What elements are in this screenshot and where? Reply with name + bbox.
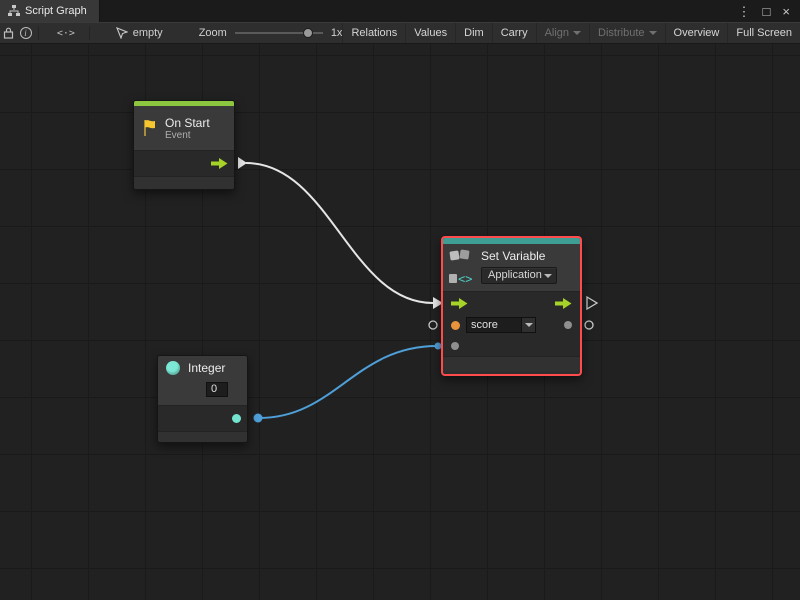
on-start-footer bbox=[134, 177, 234, 190]
set-variable-ports bbox=[443, 292, 580, 357]
integer-value-input[interactable] bbox=[206, 382, 228, 397]
set-variable-footer bbox=[443, 357, 580, 371]
flow-connection-wire[interactable] bbox=[246, 163, 433, 303]
overview-button[interactable]: Overview bbox=[665, 23, 728, 43]
svg-text:<>: <> bbox=[458, 272, 472, 286]
on-start-port-row bbox=[134, 151, 234, 177]
node-integer[interactable]: Integer bbox=[157, 355, 248, 443]
flow-input-port-icon[interactable] bbox=[451, 298, 468, 309]
variable-scope-dropdown[interactable]: Application bbox=[481, 267, 557, 284]
graph-canvas[interactable]: On Start Event <> bbox=[0, 44, 800, 600]
titlebar: Script Graph ⋮ □ × bbox=[0, 0, 800, 22]
value-output-indicator-icon[interactable] bbox=[585, 321, 593, 329]
variable-name-picker[interactable] bbox=[522, 317, 536, 333]
integer-header[interactable]: Integer bbox=[158, 356, 247, 406]
flow-output-port-icon[interactable] bbox=[211, 158, 228, 169]
script-graph-icon bbox=[8, 5, 20, 17]
variable-name-input[interactable] bbox=[466, 317, 522, 333]
zoom-label: Zoom bbox=[199, 27, 227, 39]
value-input-port[interactable] bbox=[451, 342, 459, 350]
application-scope-icon: <> bbox=[449, 272, 473, 286]
value-input-indicator-icon[interactable] bbox=[429, 321, 437, 329]
variable-name-field[interactable] bbox=[466, 317, 536, 333]
zoom-slider[interactable] bbox=[235, 26, 323, 40]
integer-value-field[interactable] bbox=[206, 379, 239, 397]
connection-layer bbox=[0, 44, 800, 600]
info-icon[interactable]: i bbox=[17, 23, 34, 43]
tab-script-graph[interactable]: Script Graph bbox=[0, 0, 100, 22]
carry-button[interactable]: Carry bbox=[492, 23, 536, 43]
relations-button[interactable]: Relations bbox=[342, 23, 405, 43]
value-connection-wire[interactable] bbox=[259, 346, 437, 418]
flow-output-indicator-icon[interactable] bbox=[587, 297, 597, 309]
node-title: Integer bbox=[188, 361, 225, 375]
toolbar-divider bbox=[38, 26, 39, 40]
value-output-port[interactable] bbox=[564, 321, 572, 329]
align-button: Align bbox=[536, 23, 589, 43]
graph-breadcrumb[interactable]: empty bbox=[116, 27, 163, 39]
zoom-value: 1x bbox=[331, 27, 343, 39]
distribute-button: Distribute bbox=[589, 23, 664, 43]
flag-icon bbox=[142, 119, 158, 137]
zoom-slider-knob[interactable] bbox=[303, 28, 313, 38]
node-title: On Start bbox=[165, 116, 210, 130]
pointer-icon bbox=[116, 27, 128, 39]
node-title: Set Variable bbox=[481, 248, 557, 263]
flow-port-triangle bbox=[238, 157, 247, 169]
toolbar-buttons: Relations Values Dim Carry Align Distrib… bbox=[342, 23, 800, 43]
integer-footer bbox=[158, 432, 247, 442]
flow-output-port-icon[interactable] bbox=[555, 298, 572, 309]
graph-toolbar: i <·> empty Zoom 1x Relations Values Dim… bbox=[0, 22, 800, 44]
name-input-port[interactable] bbox=[451, 321, 460, 330]
tab-label: Script Graph bbox=[25, 5, 87, 17]
node-set-variable[interactable]: <> Set Variable Application bbox=[441, 236, 582, 376]
variables-icon bbox=[449, 249, 471, 263]
lock-icon[interactable] bbox=[0, 23, 17, 43]
toolbar-divider-2 bbox=[89, 26, 90, 40]
integer-port-row bbox=[158, 406, 247, 432]
set-variable-header[interactable]: <> Set Variable Application bbox=[443, 244, 580, 292]
maximize-icon[interactable]: □ bbox=[763, 5, 771, 18]
value-wire-start-dot bbox=[254, 414, 263, 423]
dropdown-caret-icon bbox=[525, 323, 533, 327]
dim-button[interactable]: Dim bbox=[455, 23, 492, 43]
integer-type-icon bbox=[166, 361, 180, 375]
fullscreen-button[interactable]: Full Screen bbox=[727, 23, 800, 43]
menu-icon[interactable]: ⋮ bbox=[738, 5, 751, 18]
close-icon[interactable]: × bbox=[782, 5, 790, 18]
dropdown-caret-icon bbox=[649, 31, 657, 35]
dropdown-caret-icon bbox=[544, 274, 552, 278]
node-on-start[interactable]: On Start Event bbox=[133, 100, 235, 190]
integer-output-port[interactable] bbox=[232, 414, 241, 423]
values-button[interactable]: Values bbox=[405, 23, 455, 43]
dropdown-caret-icon bbox=[573, 31, 581, 35]
graph-ref-label: empty bbox=[133, 27, 163, 39]
on-start-header[interactable]: On Start Event bbox=[134, 106, 234, 151]
node-subtitle: Event bbox=[165, 130, 210, 141]
inspector-toggle-icon[interactable]: <·> bbox=[57, 23, 75, 43]
zoom-control: Zoom 1x bbox=[199, 26, 343, 40]
